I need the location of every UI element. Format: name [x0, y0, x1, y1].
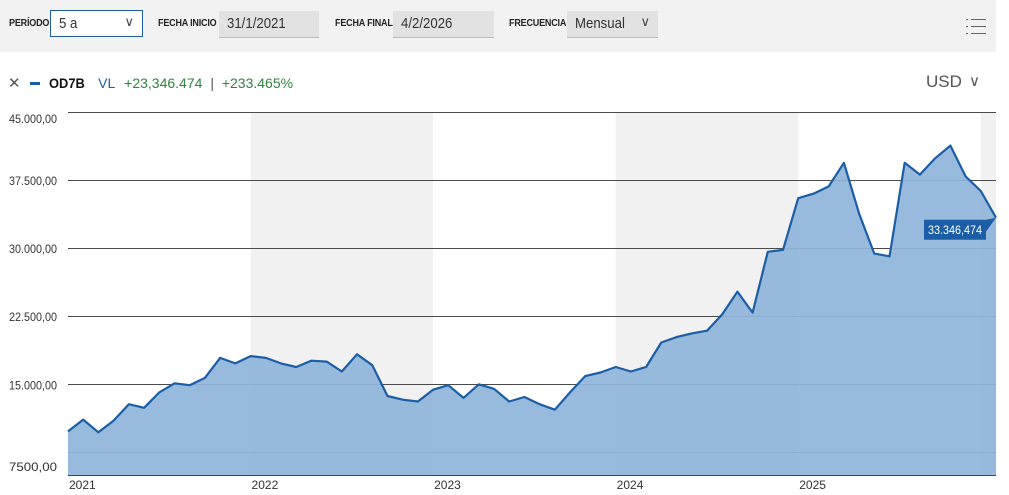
x-tick-label: 2022 — [252, 478, 279, 492]
y-tick-label: 22.500,00 — [9, 310, 57, 324]
x-tick-label: 2025 — [799, 478, 826, 492]
y-tick-label: 30.000,00 — [9, 242, 57, 256]
y-tick-label: 45.000,00 — [9, 112, 57, 126]
series-area — [68, 145, 996, 475]
y-tick-label: 15.000,00 — [9, 378, 57, 392]
y-tick-label: 37.500,00 — [9, 174, 57, 188]
x-tick-label: 2023 — [434, 478, 461, 492]
price-chart: 45.000,00 37.500,00 30.000,00 22.500,00 15.0… — [9, 112, 997, 492]
last-value-label: 33.346,474 — [928, 223, 982, 237]
y-tick-label: 7500,00 — [9, 460, 57, 474]
x-tick-label: 2021 — [69, 478, 96, 492]
x-tick-label: 2024 — [617, 478, 644, 492]
